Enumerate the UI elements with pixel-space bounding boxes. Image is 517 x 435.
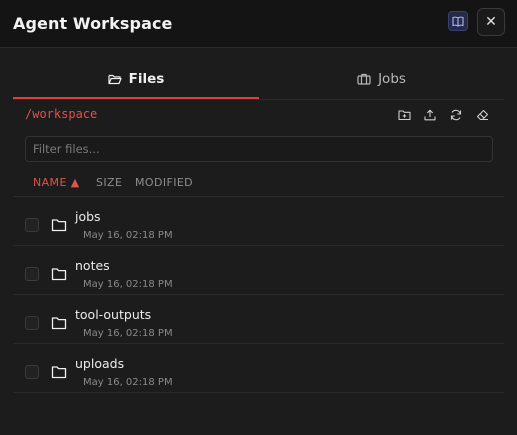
- new-folder-icon: [397, 110, 411, 121]
- header-bar: Agent Workspace ✕: [0, 0, 517, 48]
- folder-icon: [51, 317, 67, 330]
- folder-icon: [51, 219, 67, 232]
- folder-open-icon: [108, 74, 122, 85]
- file-modified: May 16, 02:18 PM: [83, 279, 173, 290]
- docs-button[interactable]: [448, 11, 468, 31]
- row-checkbox[interactable]: [25, 316, 39, 330]
- tab-files[interactable]: Files: [13, 60, 259, 98]
- tab-bar: Files Jobs: [13, 60, 504, 100]
- file-name: tool-outputs: [75, 307, 152, 322]
- file-name: jobs: [75, 209, 101, 224]
- file-modified: May 16, 02:18 PM: [83, 328, 173, 339]
- close-button[interactable]: ✕: [477, 8, 505, 36]
- filter-input[interactable]: [25, 136, 493, 162]
- close-icon: ✕: [485, 14, 497, 30]
- eraser-icon: [476, 109, 488, 121]
- file-name: uploads: [75, 356, 125, 371]
- file-modified: May 16, 02:18 PM: [83, 230, 173, 241]
- row-checkbox[interactable]: [25, 267, 39, 281]
- tab-files-label: Files: [128, 71, 165, 87]
- tab-jobs-label: Jobs: [378, 71, 406, 87]
- briefcase-icon: [357, 73, 371, 85]
- refresh-icon: [450, 109, 462, 121]
- clear-button[interactable]: [475, 108, 489, 122]
- folder-icon: [51, 366, 67, 379]
- file-row[interactable]: notes May 16, 02:18 PM: [13, 246, 504, 295]
- file-row[interactable]: uploads May 16, 02:18 PM: [13, 344, 504, 393]
- row-checkbox[interactable]: [25, 218, 39, 232]
- new-folder-button[interactable]: [397, 108, 411, 122]
- current-path: /workspace: [25, 107, 98, 121]
- folder-icon: [51, 268, 67, 281]
- file-row[interactable]: tool-outputs May 16, 02:18 PM: [13, 295, 504, 344]
- row-checkbox[interactable]: [25, 365, 39, 379]
- tabs-divider: [13, 99, 504, 100]
- file-name: notes: [75, 258, 110, 273]
- file-row[interactable]: jobs May 16, 02:18 PM: [13, 197, 504, 246]
- window-title: Agent Workspace: [13, 14, 173, 33]
- column-size-sort[interactable]: SIZE: [96, 176, 122, 189]
- column-name-sort[interactable]: NAME ▲: [33, 176, 80, 189]
- column-modified-sort[interactable]: MODIFIED: [135, 176, 193, 189]
- refresh-button[interactable]: [449, 108, 463, 122]
- upload-icon: [424, 109, 436, 121]
- tab-jobs[interactable]: Jobs: [259, 60, 504, 98]
- book-icon: [452, 16, 464, 27]
- upload-button[interactable]: [423, 108, 437, 122]
- file-modified: May 16, 02:18 PM: [83, 377, 173, 388]
